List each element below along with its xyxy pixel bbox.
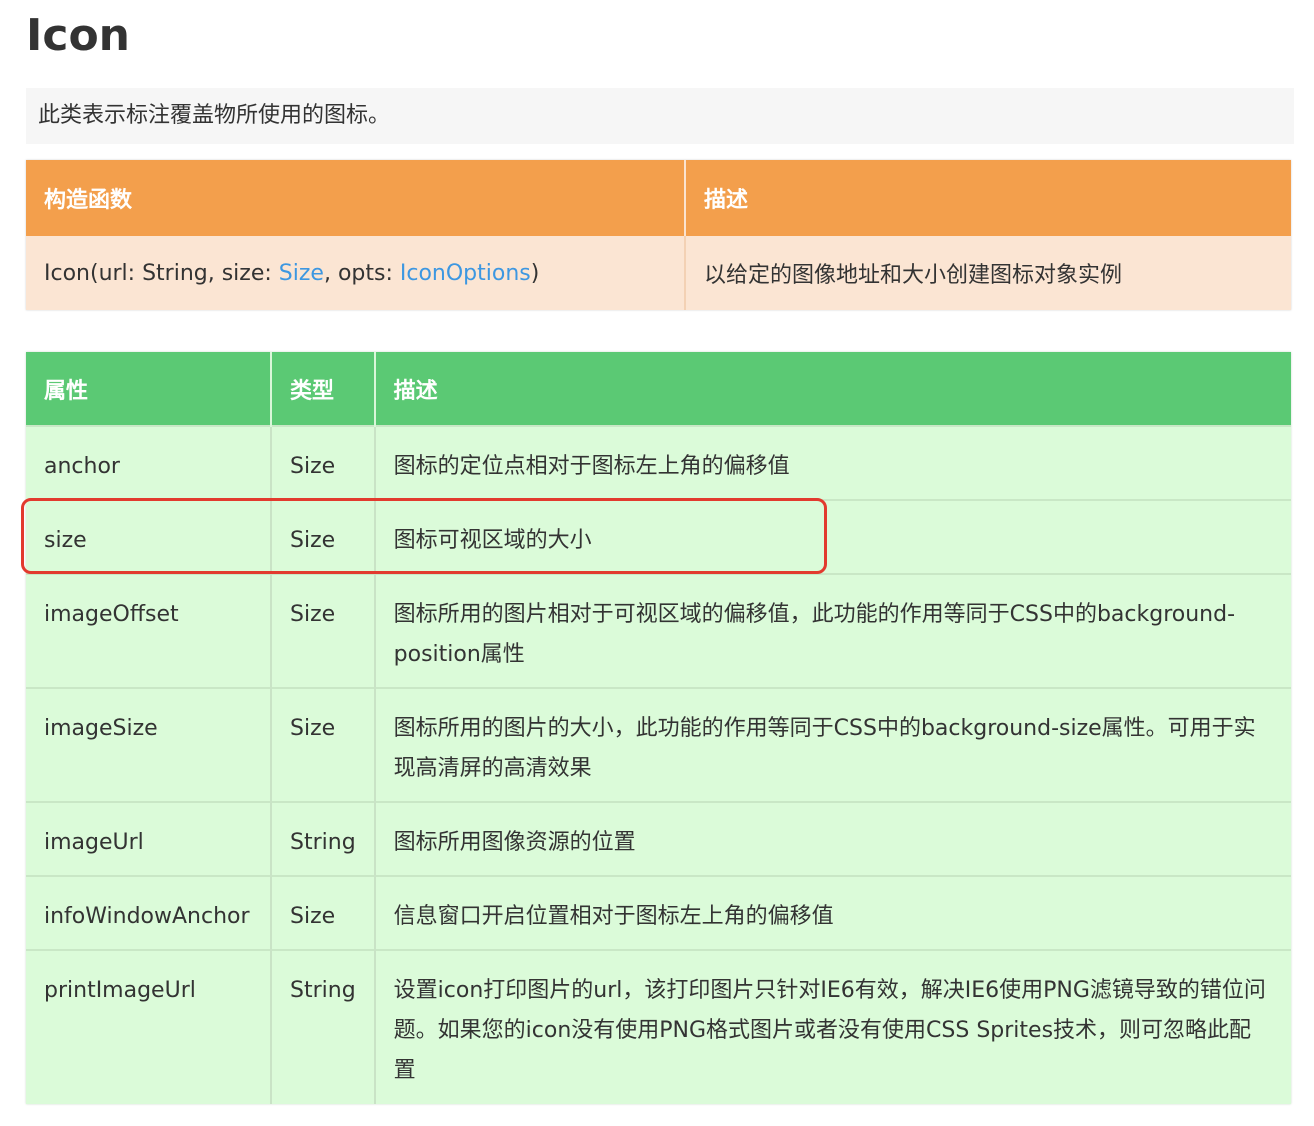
- property-name: imageUrl: [26, 801, 272, 876]
- property-name: infoWindowAnchor: [26, 875, 272, 950]
- table-row: imageUrl String 图标所用图像资源的位置: [26, 801, 1291, 876]
- type-text: String: [271, 949, 376, 1104]
- type-header: 类型: [271, 352, 376, 426]
- property-name: imageOffset: [26, 573, 272, 688]
- highlight-box: [21, 498, 827, 574]
- constructor-header-row: 构造函数 描述: [26, 160, 1291, 236]
- signature-text: ): [530, 260, 540, 286]
- type-text: String: [271, 801, 376, 876]
- constructor-description: 以给定的图像地址和大小创建图标对象实例: [685, 236, 1291, 310]
- type-link[interactable]: Size: [271, 573, 376, 688]
- properties-header-row: 属性 类型 描述: [26, 352, 1291, 426]
- property-header: 属性: [26, 352, 272, 426]
- type-link[interactable]: Size: [271, 687, 376, 802]
- property-name: imageSize: [26, 687, 272, 802]
- property-name: anchor: [26, 425, 272, 500]
- constructor-row: Icon(url: String, size: Size, opts: Icon…: [26, 236, 1291, 310]
- table-row: printImageUrl String 设置icon打印图片的url，该打印图片只…: [26, 949, 1291, 1104]
- class-description: 此类表示标注覆盖物所使用的图标。: [26, 88, 1294, 144]
- signature-text: Icon(url: String, size:: [44, 260, 279, 286]
- property-description: 图标所用的图片相对于可视区域的偏移值，此功能的作用等同于CSS中的backgro…: [374, 573, 1291, 688]
- property-description-header: 描述: [374, 352, 1291, 426]
- table-row: anchor Size 图标的定位点相对于图标左上角的偏移值: [26, 425, 1291, 500]
- table-row: infoWindowAnchor Size 信息窗口开启位置相对于图标左上角的偏移值: [26, 875, 1291, 950]
- property-description: 设置icon打印图片的url，该打印图片只针对IE6有效，解决IE6使用PNG滤…: [374, 949, 1291, 1104]
- signature-text: , opts:: [323, 260, 400, 286]
- property-description: 图标所用的图片的大小，此功能的作用等同于CSS中的background-size…: [374, 687, 1291, 802]
- description-header: 描述: [685, 160, 1291, 236]
- type-link[interactable]: Size: [271, 875, 376, 950]
- type-link[interactable]: Size: [271, 425, 376, 500]
- property-description: 图标的定位点相对于图标左上角的偏移值: [374, 425, 1291, 500]
- property-description: 图标所用图像资源的位置: [374, 801, 1291, 876]
- table-row: imageSize Size 图标所用的图片的大小，此功能的作用等同于CSS中的ba…: [26, 687, 1291, 802]
- page-title: Icon: [26, 10, 131, 61]
- constructor-signature: Icon(url: String, size: Size, opts: Icon…: [26, 236, 686, 310]
- property-description: 信息窗口开启位置相对于图标左上角的偏移值: [374, 875, 1291, 950]
- constructor-table: 构造函数 描述 Icon(url: String, size: Size, op…: [26, 160, 1291, 310]
- properties-table: 属性 类型 描述 anchor Size 图标的定位点相对于图标左上角的偏移值 siz…: [26, 352, 1291, 1104]
- constructor-header: 构造函数: [26, 160, 686, 236]
- size-link[interactable]: Size: [279, 261, 324, 286]
- icon-options-link[interactable]: IconOptions: [400, 261, 531, 286]
- table-row: imageOffset Size 图标所用的图片相对于可视区域的偏移值，此功能的作用…: [26, 573, 1291, 688]
- property-name: printImageUrl: [26, 949, 272, 1104]
